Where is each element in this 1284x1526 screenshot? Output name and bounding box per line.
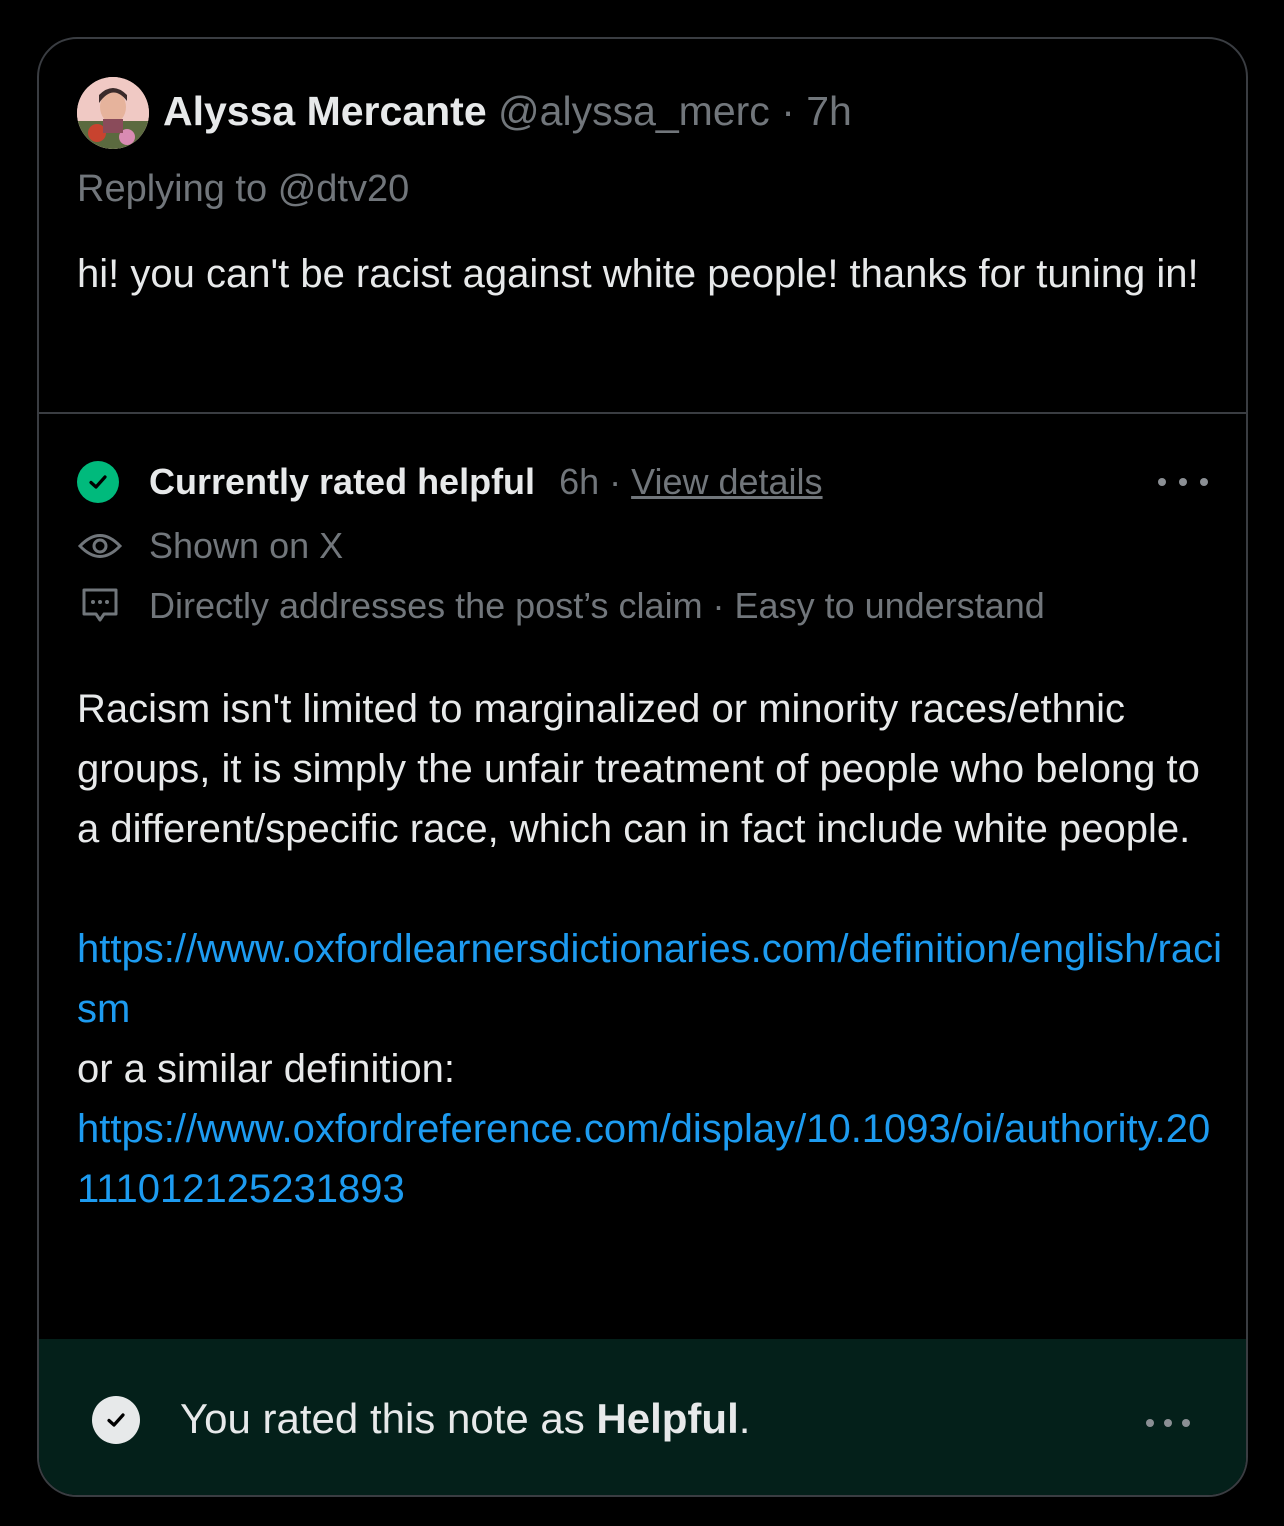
check-circle-icon	[92, 1396, 140, 1444]
note-link-1[interactable]: https://www.oxfordlearnersdictionaries.c…	[77, 919, 1227, 1039]
replying-handle[interactable]: @dtv20	[278, 168, 410, 210]
rating-text: You rated this note as Helpful.	[180, 1389, 750, 1449]
shown-on-label: Shown on X	[149, 525, 344, 566]
avatar[interactable]	[77, 77, 149, 149]
note-tags: Directly addresses the post’s claim · Ea…	[149, 585, 1045, 626]
replying-to: Replying to @dtv20	[77, 163, 409, 215]
post-time[interactable]: 7h	[806, 88, 852, 134]
note-header: Currently rated helpful 6h · View detail…	[77, 457, 823, 507]
view-details-link[interactable]: View details	[631, 461, 822, 503]
shown-on-row: Shown on X	[77, 521, 343, 571]
separator: ·	[609, 461, 622, 502]
community-note-card: Alyssa Mercante @alyssa_merc · 7h Replyi…	[37, 37, 1248, 1497]
post[interactable]: Alyssa Mercante @alyssa_merc · 7h Replyi…	[39, 39, 1246, 412]
rating-value: Helpful	[596, 1395, 739, 1442]
post-header: Alyssa Mercante @alyssa_merc · 7h	[163, 83, 852, 139]
more-horizontal-icon[interactable]	[1146, 1413, 1190, 1433]
check-circle-icon	[77, 461, 119, 503]
message-bubble-icon	[77, 583, 123, 629]
note-link-2[interactable]: https://www.oxfordreference.com/display/…	[77, 1099, 1227, 1219]
note-body: Racism isn't limited to marginalized or …	[77, 679, 1227, 1219]
eye-icon	[77, 523, 123, 569]
rating-suffix: .	[738, 1395, 751, 1442]
note-text: Racism isn't limited to marginalized or …	[77, 687, 1200, 851]
rating-prefix: You rated this note as	[180, 1395, 597, 1442]
tags-row: Directly addresses the post’s claim · Ea…	[77, 581, 1045, 631]
replying-prefix: Replying to	[77, 168, 268, 210]
author-handle[interactable]: @alyssa_merc	[498, 88, 770, 134]
divider	[39, 412, 1246, 414]
more-horizontal-icon[interactable]	[1158, 467, 1208, 497]
note-time: 6h	[559, 461, 600, 502]
post-text: hi! you can't be racist against white pe…	[77, 252, 1199, 296]
note-status: Currently rated helpful	[149, 461, 536, 502]
rating-footer: You rated this note as Helpful.	[39, 1339, 1246, 1495]
separator: ·	[781, 88, 795, 134]
note-connector: or a similar definition:	[77, 1047, 455, 1091]
author-name[interactable]: Alyssa Mercante	[163, 88, 487, 134]
